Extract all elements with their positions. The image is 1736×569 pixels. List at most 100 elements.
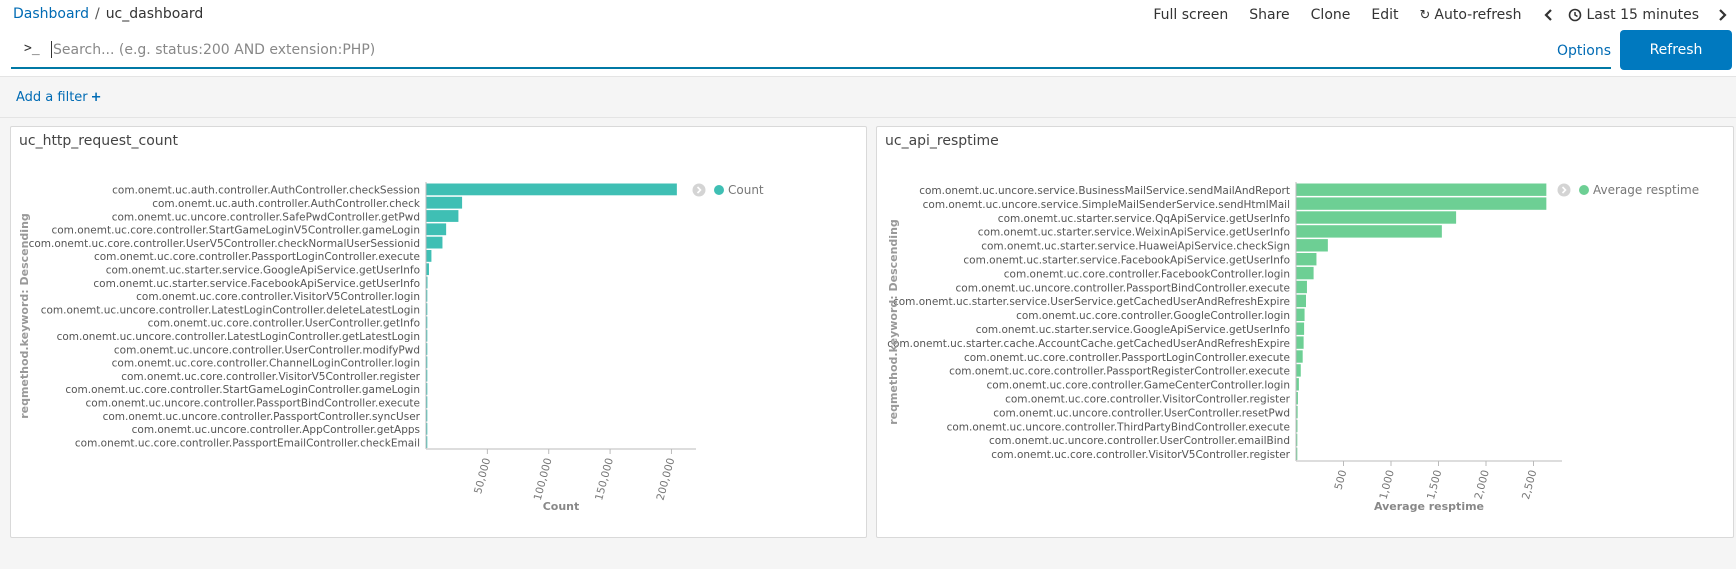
text-caret bbox=[51, 41, 52, 58]
bar bbox=[1296, 253, 1317, 266]
refresh-button[interactable]: Refresh bbox=[1620, 30, 1732, 70]
clone-button[interactable]: Clone bbox=[1311, 7, 1351, 23]
category-label: com.onemt.uc.uncore.controller.AppContro… bbox=[132, 424, 420, 436]
bar bbox=[426, 356, 428, 369]
resptime-chart: com.onemt.uc.uncore.service.BusinessMail… bbox=[887, 182, 1700, 513]
x-tick-label: 150,000 bbox=[593, 457, 616, 502]
bar bbox=[1296, 308, 1305, 321]
category-label: com.onemt.uc.uncore.controller.ThirdPart… bbox=[947, 421, 1290, 433]
bar bbox=[426, 250, 432, 262]
bar bbox=[1296, 419, 1298, 433]
query-bar: >_ Options Refresh bbox=[0, 30, 1736, 76]
bar bbox=[426, 289, 428, 302]
search-box: >_ Options bbox=[11, 31, 1611, 69]
breadcrumb-current: uc_dashboard bbox=[105, 6, 204, 22]
bar bbox=[426, 409, 428, 422]
legend-label: Count bbox=[728, 183, 764, 197]
category-label: com.onemt.uc.uncore.controller.LatestLog… bbox=[41, 304, 420, 316]
category-label: com.onemt.uc.core.controller.GameCenterC… bbox=[987, 380, 1291, 392]
time-prev-button[interactable] bbox=[1543, 8, 1553, 22]
auto-refresh-button[interactable]: ↻ Auto-refresh bbox=[1420, 7, 1522, 23]
bar bbox=[426, 196, 463, 209]
bar bbox=[1296, 280, 1307, 294]
share-button[interactable]: Share bbox=[1249, 7, 1289, 23]
x-axis-title: Count bbox=[543, 500, 580, 513]
x-tick-label: 2,000 bbox=[1473, 469, 1492, 501]
bar bbox=[426, 276, 428, 289]
bar bbox=[1296, 447, 1298, 460]
category-label: com.onemt.uc.core.controller.StartGameLo… bbox=[51, 225, 420, 237]
panel-api-resptime: uc_api_resptime com.onemt.uc.uncore.serv… bbox=[876, 126, 1734, 538]
chevron-left-icon bbox=[1544, 9, 1553, 21]
clock-icon bbox=[1569, 8, 1582, 22]
breadcrumb: Dashboard / uc_dashboard bbox=[13, 6, 203, 22]
bar bbox=[1296, 405, 1298, 419]
bar bbox=[426, 210, 459, 222]
category-label: com.onemt.uc.starter.service.UserService… bbox=[893, 296, 1290, 308]
category-label: com.onemt.uc.core.controller.ChannelLogi… bbox=[112, 358, 420, 370]
y-axis-title: reqmethod.keyword: Descending bbox=[18, 213, 31, 419]
time-range-label: Last 15 minutes bbox=[1586, 7, 1699, 23]
bar bbox=[426, 422, 428, 435]
request-count-chart: com.onemt.uc.auth.controller.AuthControl… bbox=[18, 182, 764, 513]
category-label: com.onemt.uc.starter.service.FacebookApi… bbox=[963, 254, 1290, 266]
refresh-icon: ↻ bbox=[1419, 7, 1431, 23]
plus-icon: + bbox=[90, 90, 102, 105]
legend[interactable]: Count bbox=[692, 183, 764, 197]
x-tick-label: 50,000 bbox=[472, 457, 493, 496]
category-label: com.onemt.uc.core.controller.GoogleContr… bbox=[1016, 310, 1290, 322]
query-prompt-icon: >_ bbox=[24, 41, 40, 56]
options-link[interactable]: Options bbox=[1557, 43, 1611, 59]
bar bbox=[426, 329, 428, 342]
bar bbox=[426, 263, 429, 276]
edit-button[interactable]: Edit bbox=[1371, 7, 1398, 23]
x-tick-label: 100,000 bbox=[532, 457, 555, 502]
breadcrumb-dashboard-link[interactable]: Dashboard bbox=[13, 6, 89, 22]
category-label: com.onemt.uc.core.controller.VisitorV5Co… bbox=[136, 291, 420, 303]
category-label: com.onemt.uc.uncore.controller.UserContr… bbox=[114, 344, 420, 356]
chevron-right-icon bbox=[1719, 9, 1727, 21]
category-label: com.onemt.uc.uncore.service.BusinessMail… bbox=[919, 185, 1290, 197]
category-label: com.onemt.uc.core.controller.PassportEma… bbox=[75, 437, 420, 449]
bar bbox=[426, 369, 428, 382]
auto-refresh-label: Auto-refresh bbox=[1434, 7, 1522, 23]
category-label: com.onemt.uc.uncore.controller.PassportB… bbox=[86, 397, 420, 409]
legend-swatch bbox=[1579, 185, 1589, 195]
category-label: com.onemt.uc.auth.controller.AuthControl… bbox=[112, 185, 420, 197]
x-axis-title: Average resptime bbox=[1374, 500, 1484, 513]
x-tick-label: 200,000 bbox=[655, 457, 678, 502]
x-tick-label: 500 bbox=[1333, 469, 1350, 491]
search-input[interactable] bbox=[53, 35, 1433, 65]
bar bbox=[1296, 336, 1304, 349]
category-label: com.onemt.uc.core.controller.PassportReg… bbox=[949, 366, 1290, 378]
add-filter-link[interactable]: Add a filter + bbox=[16, 90, 102, 105]
bar bbox=[1296, 211, 1457, 224]
full-screen-button[interactable]: Full screen bbox=[1153, 7, 1228, 23]
category-label: com.onemt.uc.starter.service.GoogleApiSe… bbox=[106, 264, 420, 276]
bar bbox=[1296, 183, 1547, 196]
bar bbox=[1296, 239, 1328, 252]
legend[interactable]: Average resptime bbox=[1557, 183, 1700, 197]
bar bbox=[1296, 364, 1301, 377]
time-next-button[interactable] bbox=[1718, 8, 1728, 22]
y-axis-title: reqmethod.keyword: Descending bbox=[887, 219, 900, 425]
bar bbox=[426, 236, 443, 249]
category-label: com.onemt.uc.core.controller.FacebookCon… bbox=[1004, 268, 1290, 280]
category-label: com.onemt.uc.core.controller.UserControl… bbox=[148, 318, 420, 330]
filter-bar: Add a filter + bbox=[0, 76, 1736, 118]
bar bbox=[1296, 350, 1303, 363]
category-label: com.onemt.uc.core.controller.StartGameLo… bbox=[65, 384, 420, 396]
category-label: com.onemt.uc.core.controller.VisitorV5Co… bbox=[121, 371, 420, 383]
add-filter-label: Add a filter bbox=[16, 90, 88, 105]
category-label: com.onemt.uc.uncore.controller.PassportC… bbox=[103, 411, 421, 423]
category-label: com.onemt.uc.uncore.controller.LatestLog… bbox=[57, 331, 420, 343]
bar bbox=[1296, 433, 1298, 447]
bar bbox=[426, 436, 428, 448]
bar bbox=[426, 303, 428, 315]
time-picker-button[interactable]: Last 15 minutes bbox=[1568, 7, 1699, 23]
bar bbox=[426, 183, 677, 196]
category-label: com.onemt.uc.core.controller.VisitorV5Co… bbox=[991, 449, 1290, 461]
category-label: com.onemt.uc.uncore.service.SimpleMailSe… bbox=[923, 199, 1290, 211]
breadcrumb-separator: / bbox=[94, 6, 100, 22]
bar bbox=[1296, 322, 1305, 335]
